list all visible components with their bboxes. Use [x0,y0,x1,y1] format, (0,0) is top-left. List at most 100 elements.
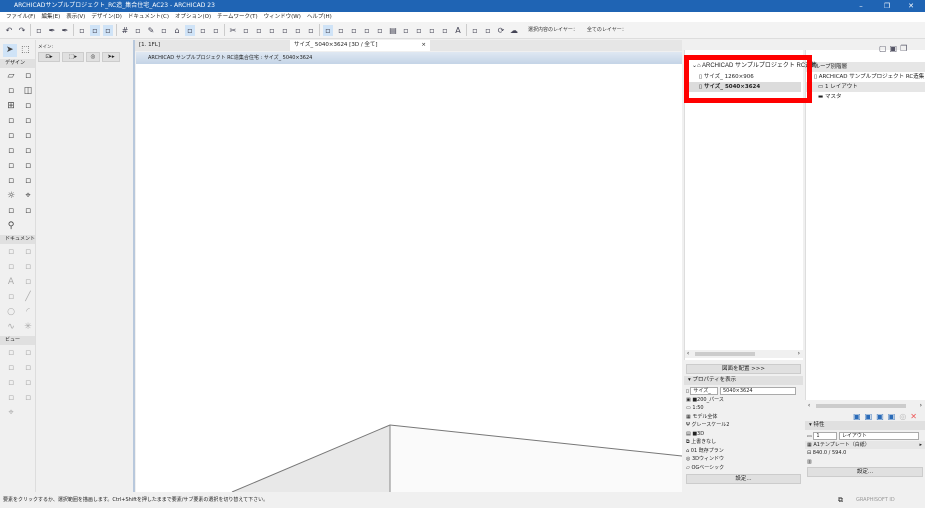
menu-window[interactable]: ウィンドウ(W) [264,14,301,20]
camera-icon[interactable]: ⌖ [3,407,19,420]
line-icon[interactable]: ╱ [20,291,36,304]
inject-icon[interactable]: ✒ [60,25,70,36]
toolbox-section-header[interactable]: ドキュメント [0,235,35,244]
undo-icon[interactable]: ↶ [4,25,14,36]
elevation-icon[interactable]: ▫ [440,25,450,36]
interior-icon[interactable]: ▫ [3,377,19,390]
stair-icon[interactable]: ▫ [20,175,36,188]
redo-icon[interactable]: ↷ [17,25,27,36]
magic-wand-icon[interactable]: ▫ [336,25,346,36]
grid-snap-icon[interactable]: ▫ [90,24,100,36]
layout-name-field[interactable]: レイアウト [838,432,919,440]
table-icon[interactable]: ▤ [388,25,398,36]
property-row[interactable]: ▱ OGベーシック [684,464,803,473]
text-icon[interactable]: A [3,276,19,289]
arc-icon[interactable]: ◜ [20,306,36,319]
menu-design[interactable]: デザイン(D) [91,14,122,20]
organizer-item[interactable]: ▬ マスタ [806,92,925,102]
layer-selected-label[interactable]: 選択内容のレイヤー： [528,27,578,33]
properties-header[interactable]: ▾ プロパティを表示 [684,376,803,385]
fill-icon[interactable]: ▫ [3,291,19,304]
arrow-tool-icon[interactable]: ➤ [3,44,17,57]
change-icon[interactable]: ▫ [20,392,36,405]
zone-icon[interactable]: ▫ [20,160,36,173]
door-icon[interactable]: ◫ [20,85,36,98]
menu-view[interactable]: 表示(V) [66,14,85,20]
roof-icon[interactable]: ▫ [3,130,19,143]
stair-icon[interactable]: ▫ [414,25,424,36]
spline-icon[interactable]: ∿ [3,321,19,334]
lamp-icon[interactable]: ☼ [3,190,19,203]
section-icon[interactable]: ▫ [3,362,19,375]
camera-icon[interactable]: ⌖ [20,190,36,203]
horizontal-scrollbar[interactable]: ‹ › [806,402,925,410]
toolbox-section-header[interactable]: ビュー [0,336,35,345]
dimension-icon[interactable]: ▫ [211,25,221,36]
organizer-root[interactable]: ▯ ARCHICAD サンプルプロジェクト RC造集 [806,72,925,82]
selection-icon[interactable]: ▫ [323,24,333,36]
beam-icon[interactable]: ▫ [3,115,19,128]
scissors-icon[interactable]: ✂ [228,25,238,36]
window-frame-icon[interactable]: ▫ [20,205,36,218]
detail-icon[interactable]: ▫ [3,392,19,405]
place-drawing-button[interactable]: 図面を配置 >>> [686,364,801,374]
curtain-wall-icon[interactable]: ▫ [20,70,36,83]
hotspot-icon[interactable]: ✳ [20,321,36,334]
radial-icon[interactable]: ▫ [3,261,19,274]
marquee-tool-icon[interactable]: ⬚ [19,44,33,57]
rotate-icon[interactable]: ▫ [362,25,372,36]
layer-all-label[interactable]: 全てのレイヤー： [587,27,627,33]
refresh-icon[interactable]: ⟳ [496,25,506,36]
window-icon[interactable]: ⊞ [3,100,19,113]
fillet-icon[interactable]: ▫ [267,25,277,36]
schedule-icon[interactable]: ▫ [483,25,493,36]
arrow-options-button[interactable]: ➤▸ [102,52,120,62]
property-row[interactable]: ▦ モデル全体 [684,413,803,422]
merge-icon[interactable]: ▫ [349,25,359,36]
wall-icon[interactable]: ▱ [3,70,19,83]
toolbox-section-header[interactable]: デザイン [0,59,35,68]
story-icon[interactable]: ▫ [103,24,113,36]
graphisoft-id-button[interactable]: GRAPHISOFT ID [856,492,895,508]
organizer-action-icons[interactable]: ▣▣▣▣◎✕ [805,412,925,421]
mesh-icon[interactable]: ▫ [3,145,19,158]
menu-file[interactable]: ファイル(F) [6,14,35,20]
label-icon[interactable]: ▫ [20,276,36,289]
window-switch-icon[interactable]: ⧉ [838,492,843,508]
navigator-settings-button[interactable]: 設定... [686,474,801,484]
text-icon[interactable]: A [453,25,463,36]
elevation-icon[interactable]: ▫ [20,362,36,375]
gravity-button[interactable]: ◎ [86,52,100,62]
minimize-button[interactable]: – [850,0,872,12]
pencil-icon[interactable]: ✎ [146,25,156,36]
circle-icon[interactable]: ○ [3,306,19,319]
worksheet-icon[interactable]: ▫ [20,377,36,390]
menu-document[interactable]: ドキュメント(C) [128,14,169,20]
label-icon[interactable]: ▫ [427,25,437,36]
grid-icon[interactable]: # [120,25,130,36]
box-icon[interactable]: ▫ [159,25,169,36]
property-row[interactable]: ⌂ 01 既存プラン [684,447,803,456]
dimension-icon[interactable]: ▫ [3,246,19,259]
layout-canvas[interactable] [136,64,682,492]
name-field[interactable]: 5040×3624 [719,387,796,395]
snap-guide-icon[interactable]: ▫ [77,25,87,36]
trace-icon[interactable]: ▫ [198,25,208,36]
lock-icon[interactable]: ⌂ [172,25,182,36]
marquee-filter-button[interactable]: ⬚▸ [62,52,84,62]
property-row[interactable]: ◎ 3Dウィンドウ [684,455,803,464]
attributes-header[interactable]: ▾ 特性 [805,421,925,430]
trim-icon[interactable]: ▫ [254,25,264,36]
menu-help[interactable]: ヘルプ(H) [307,14,332,20]
menu-edit[interactable]: 編集(E) [41,14,60,20]
property-row[interactable]: Ψ グレースケール2 [684,421,803,430]
cloud-icon[interactable]: ☁ [509,25,519,36]
organizer-item[interactable]: ▭ 1 レイアウト [806,82,925,92]
layer-icon[interactable]: ▫ [185,24,195,36]
menu-teamwork[interactable]: チームワーク(T) [217,14,258,20]
organizer-settings-button[interactable]: 設定... [807,467,923,477]
section-icon[interactable]: ▫ [375,25,385,36]
pin-icon[interactable]: ⚲ [3,220,19,233]
drawing-icon[interactable]: ▫ [20,347,36,360]
marker-icon[interactable]: ▫ [470,25,480,36]
